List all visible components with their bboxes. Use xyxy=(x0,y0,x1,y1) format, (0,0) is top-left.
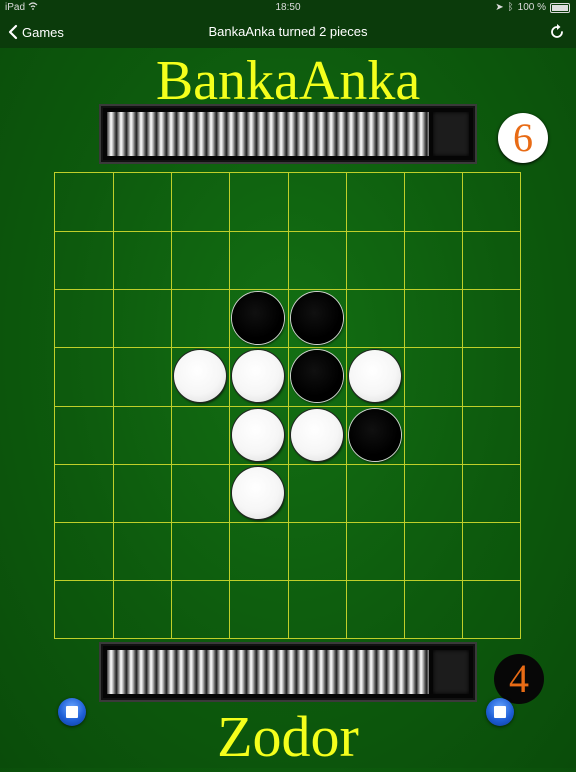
white-disc xyxy=(232,466,285,519)
grid-line-horizontal xyxy=(55,405,520,407)
white-disc xyxy=(232,408,285,461)
nav-bar: Games BankaAnka turned 2 pieces xyxy=(0,16,576,48)
black-disc xyxy=(348,408,401,461)
top-piece-tray xyxy=(99,104,477,164)
black-disc xyxy=(290,350,343,403)
black-disc xyxy=(290,292,343,345)
white-disc xyxy=(290,408,343,461)
status-bar: iPad 18:50 ➤ ᛒ 100 % xyxy=(0,0,576,16)
location-icon: ➤ xyxy=(495,2,504,13)
grid-line-horizontal xyxy=(55,579,520,581)
tray-pieces xyxy=(107,112,429,156)
bluetooth-icon: ᛒ xyxy=(507,2,514,13)
clock: 18:50 xyxy=(275,2,301,13)
nav-title: BankaAnka turned 2 pieces xyxy=(208,24,368,39)
battery-icon xyxy=(550,2,570,13)
bottom-player-score: 4 xyxy=(494,654,544,704)
top-player-score: 6 xyxy=(498,113,548,163)
game-board[interactable] xyxy=(54,172,521,639)
grid-line-vertical xyxy=(345,173,347,638)
grid-line-horizontal xyxy=(55,521,520,523)
white-disc xyxy=(174,350,227,403)
tray-pieces xyxy=(107,650,429,694)
tray-empty-slot xyxy=(433,650,469,694)
bottom-piece-tray xyxy=(99,642,477,702)
white-disc xyxy=(232,350,285,403)
white-disc xyxy=(348,350,401,403)
black-disc xyxy=(232,292,285,345)
grid-line-vertical xyxy=(403,173,405,638)
grid-line-horizontal xyxy=(55,463,520,465)
battery-label: 100 % xyxy=(517,2,546,13)
status-right: ➤ ᛒ 100 % xyxy=(495,2,570,13)
bottom-player-name: Zodor xyxy=(217,704,359,769)
grid-line-vertical xyxy=(461,173,463,638)
tray-empty-slot xyxy=(433,112,469,156)
refresh-icon[interactable] xyxy=(548,23,566,41)
